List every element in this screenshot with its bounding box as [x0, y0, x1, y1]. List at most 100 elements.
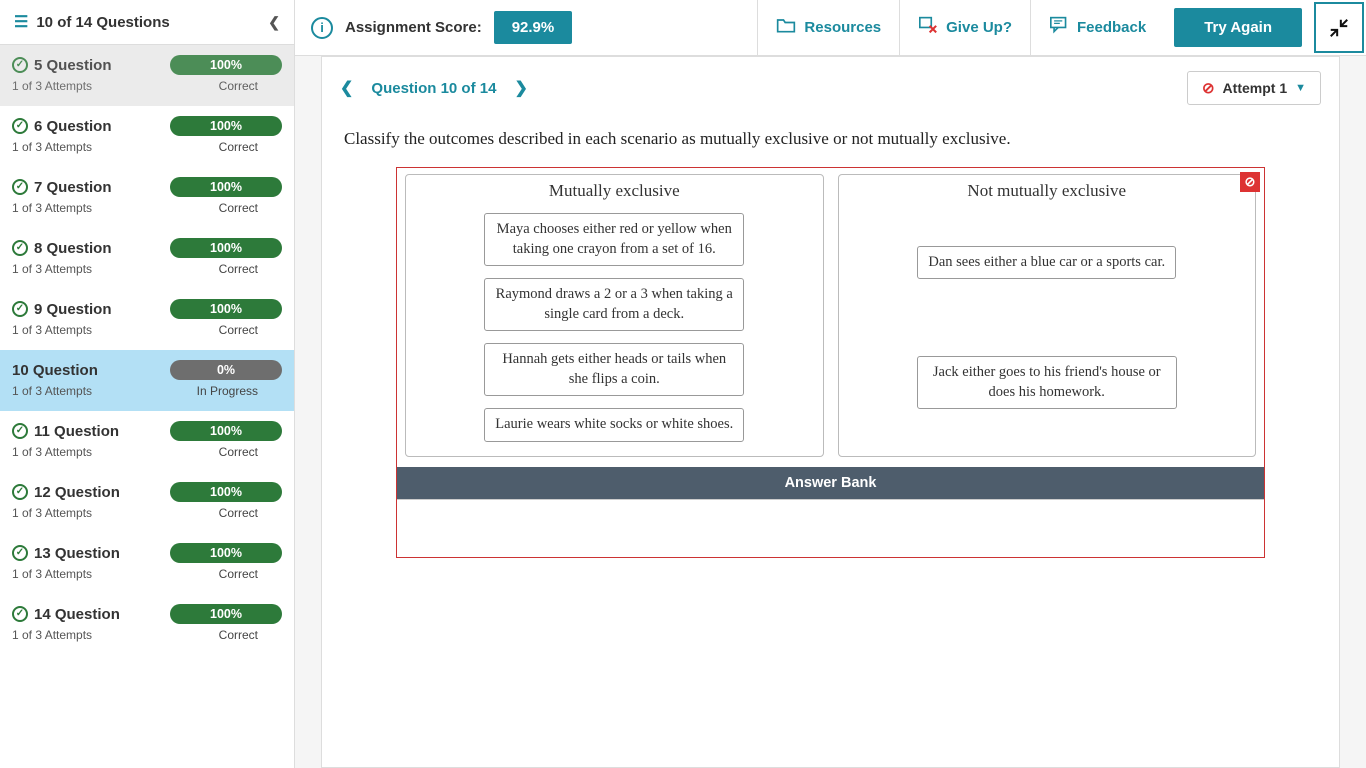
- status-text: Correct: [219, 140, 258, 154]
- draggable-card[interactable]: Raymond draws a 2 or a 3 when taking a s…: [484, 278, 744, 331]
- sidebar-header[interactable]: ☰ 10 of 14 Questions ❮: [0, 0, 294, 45]
- score-label: Assignment Score:: [345, 19, 482, 36]
- dropzone-left-title: Mutually exclusive: [406, 175, 823, 203]
- classification-area: ⊘ Mutually exclusive Maya chooses either…: [396, 167, 1265, 558]
- dropzone-mutually-exclusive[interactable]: Mutually exclusive Maya chooses either r…: [405, 174, 824, 457]
- status-text: Correct: [219, 201, 258, 215]
- question-name: 14 Question: [34, 606, 120, 623]
- giveup-icon: [918, 16, 938, 39]
- answer-bank[interactable]: [397, 499, 1264, 557]
- score-pill: 100%: [170, 543, 282, 563]
- check-icon: ✓: [12, 301, 28, 317]
- status-text: Correct: [219, 262, 258, 276]
- collapse-icon: [1328, 17, 1350, 39]
- question-list-item[interactable]: ✓7 Question100%1 of 3 AttemptsCorrect: [0, 167, 294, 228]
- question-name: 11 Question: [34, 423, 119, 440]
- attempts-text: 1 of 3 Attempts: [12, 506, 92, 520]
- question-name: 13 Question: [34, 545, 120, 562]
- question-name: 10 Question: [12, 362, 98, 379]
- question-list-item[interactable]: ✓ 14 Question 100% 1 of 3 Attempts Correct: [0, 594, 294, 655]
- giveup-label: Give Up?: [946, 19, 1012, 36]
- chevron-left-icon[interactable]: ❮: [268, 14, 280, 31]
- score-pill: 100%: [170, 604, 282, 624]
- check-icon: ✓: [12, 545, 28, 561]
- check-icon: ✓: [12, 606, 28, 622]
- check-icon: ✓: [12, 179, 28, 195]
- info-icon[interactable]: i: [311, 17, 333, 39]
- question-name: 7 Question: [34, 179, 112, 196]
- question-sidebar: ☰ 10 of 14 Questions ❮ ✓ 5 Question 100% 1 …: [0, 0, 295, 768]
- question-list-item[interactable]: 10 Question 0% 1 of 3 Attempts In Progress: [0, 350, 294, 411]
- question-list-item[interactable]: ✓6 Question100%1 of 3 AttemptsCorrect: [0, 106, 294, 167]
- attempts-text: 1 of 3 Attempts: [12, 628, 92, 642]
- dropzone-right-title: Not mutually exclusive: [839, 175, 1256, 203]
- try-again-label: Try Again: [1204, 19, 1272, 36]
- draggable-card[interactable]: Maya chooses either red or yellow when t…: [484, 213, 744, 266]
- main-area: i Assignment Score: 92.9% Resources Give…: [295, 0, 1366, 768]
- attempts-text: 1 of 3 Attempts: [12, 323, 92, 337]
- attempts-text: 1 of 3 Attempts: [12, 567, 92, 581]
- giveup-button[interactable]: Give Up?: [899, 0, 1030, 55]
- attempt-selector[interactable]: ⊘ Attempt 1 ▼: [1187, 71, 1321, 105]
- check-icon: ✓: [12, 57, 28, 73]
- sidebar-title: 10 of 14 Questions: [36, 14, 268, 31]
- question-nav-title: Question 10 of 14: [371, 80, 496, 97]
- status-text: In Progress: [197, 384, 258, 398]
- status-text: Correct: [219, 323, 258, 337]
- feedback-icon: [1049, 16, 1069, 39]
- folder-icon: [776, 16, 796, 39]
- dropzone-not-mutually-exclusive[interactable]: Not mutually exclusive Dan sees either a…: [838, 174, 1257, 457]
- status-text: Correct: [219, 79, 258, 93]
- score-pill: 100%: [170, 421, 282, 441]
- score-pill: 100%: [170, 55, 282, 75]
- question-list[interactable]: ✓ 5 Question 100% 1 of 3 Attempts Correct ✓ 6 …: [0, 45, 294, 768]
- question-list-item[interactable]: ✓8 Question100%1 of 3 AttemptsCorrect: [0, 228, 294, 289]
- status-text: Correct: [219, 445, 258, 459]
- list-icon: ☰: [14, 12, 28, 32]
- status-text: Correct: [219, 506, 258, 520]
- incorrect-badge-icon: ⊘: [1240, 172, 1260, 192]
- attempts-text: 1 of 3 Attempts: [12, 445, 92, 459]
- draggable-card[interactable]: Hannah gets either heads or tails when s…: [484, 343, 744, 396]
- attempts-text: 1 of 3 Attempts: [12, 384, 92, 398]
- question-name: 12 Question: [34, 484, 120, 501]
- question-list-item[interactable]: ✓ 9 Question 100% 1 of 3 Attempts Correct: [0, 289, 294, 350]
- draggable-card[interactable]: Jack either goes to his friend's house o…: [917, 356, 1177, 409]
- check-icon: ✓: [12, 240, 28, 256]
- status-text: Correct: [219, 628, 258, 642]
- score-pill: 100%: [170, 238, 282, 258]
- prev-question-arrow[interactable]: ❮: [340, 78, 353, 98]
- score-badge: 92.9%: [494, 11, 573, 44]
- top-toolbar: i Assignment Score: 92.9% Resources Give…: [295, 0, 1366, 56]
- score-pill: 100%: [170, 482, 282, 502]
- attempts-text: 1 of 3 Attempts: [12, 79, 92, 93]
- try-again-button[interactable]: Try Again: [1174, 8, 1302, 47]
- collapse-button[interactable]: [1314, 2, 1364, 53]
- status-text: Correct: [219, 567, 258, 581]
- check-icon: ✓: [12, 118, 28, 134]
- question-nav: ❮ Question 10 of 14 ❯ ⊘ Attempt 1 ▼: [322, 57, 1339, 119]
- attempts-text: 1 of 3 Attempts: [12, 140, 92, 154]
- draggable-card[interactable]: Dan sees either a blue car or a sports c…: [917, 246, 1176, 280]
- score-pill: 100%: [170, 299, 282, 319]
- question-list-item[interactable]: ✓ 12 Question 100% 1 of 3 Attempts Correct: [0, 472, 294, 533]
- attempt-label: Attempt 1: [1223, 80, 1288, 96]
- question-name: 9 Question: [34, 301, 112, 318]
- question-list-item[interactable]: ✓ 11 Question 100% 1 of 3 Attempts Correct: [0, 411, 294, 472]
- score-pill: 100%: [170, 177, 282, 197]
- resources-button[interactable]: Resources: [757, 0, 899, 55]
- resources-label: Resources: [804, 19, 881, 36]
- draggable-card[interactable]: Laurie wears white socks or white shoes.: [484, 408, 744, 442]
- check-icon: ✓: [12, 423, 28, 439]
- feedback-label: Feedback: [1077, 19, 1146, 36]
- question-name: 6 Question: [34, 118, 112, 135]
- question-prompt: Classify the outcomes described in each …: [322, 119, 1339, 167]
- next-question-arrow[interactable]: ❯: [514, 78, 527, 98]
- question-name: 5 Question: [34, 57, 112, 74]
- feedback-button[interactable]: Feedback: [1030, 0, 1164, 55]
- question-list-item[interactable]: ✓ 13 Question 100% 1 of 3 Attempts Correct: [0, 533, 294, 594]
- score-pill: 0%: [170, 360, 282, 380]
- question-name: 8 Question: [34, 240, 112, 257]
- question-list-item[interactable]: ✓ 5 Question 100% 1 of 3 Attempts Correct: [0, 45, 294, 106]
- check-icon: ✓: [12, 484, 28, 500]
